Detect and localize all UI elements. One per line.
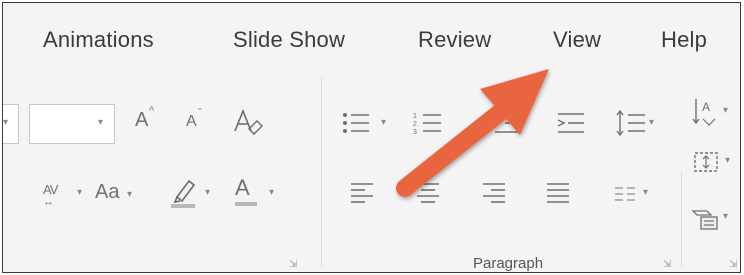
annotation-arrow — [396, 69, 549, 197]
ribbon-screenshot: Animations Slide Show Review View Help ▾… — [2, 2, 741, 273]
arrow-icon — [396, 69, 549, 197]
